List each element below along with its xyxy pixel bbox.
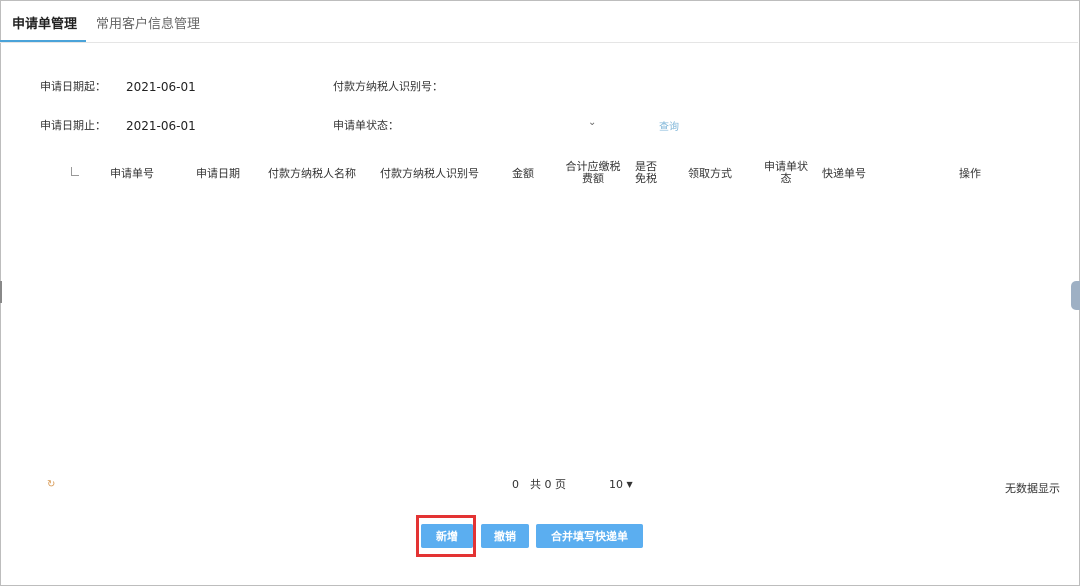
select-all-checkbox-icon[interactable] bbox=[71, 167, 79, 176]
column-header-payer-name: 付款方纳税人名称 bbox=[268, 167, 356, 180]
refresh-icon[interactable]: ↻ bbox=[47, 479, 55, 490]
end-date-label: 申请日期止： bbox=[40, 119, 106, 132]
column-header-actions: 操作 bbox=[959, 167, 981, 180]
column-header-application-status: 申请单状态 bbox=[764, 160, 808, 185]
empty-records-text: 无数据显示 bbox=[1005, 482, 1060, 495]
tab-customer-info-management[interactable]: 常用客户信息管理 bbox=[96, 16, 200, 34]
status-dropdown-icon[interactable]: ⌄ bbox=[588, 117, 596, 128]
merge-express-button[interactable]: 合并填写快递单 bbox=[536, 524, 643, 548]
page-size-value: 10 bbox=[609, 478, 623, 491]
column-header-application-no: 申请单号 bbox=[110, 167, 154, 180]
query-button[interactable]: 查询 bbox=[659, 118, 679, 133]
column-header-application-date: 申请日期 bbox=[196, 167, 240, 180]
column-header-payer-id: 付款方纳税人识别号 bbox=[380, 167, 479, 180]
column-header-total-tax: 合计应缴税费额 bbox=[565, 160, 621, 185]
column-header-pickup-method: 领取方式 bbox=[688, 167, 732, 180]
tab-bar: 申请单管理 常用客户信息管理 bbox=[0, 0, 1078, 43]
active-tab-indicator bbox=[0, 40, 86, 42]
highlight-box bbox=[416, 515, 476, 557]
payer-id-label: 付款方纳税人识别号： bbox=[333, 80, 443, 93]
right-scroll-handle[interactable] bbox=[1071, 281, 1080, 310]
pager-total-pages: 共 0 页 bbox=[530, 478, 566, 491]
page-size-select[interactable]: 10 ▼ bbox=[609, 479, 633, 491]
pager-current-page[interactable]: 0 bbox=[512, 479, 519, 491]
tab-application-management[interactable]: 申请单管理 bbox=[12, 16, 77, 34]
column-header-express-no: 快递单号 bbox=[822, 167, 866, 180]
chevron-down-icon: ▼ bbox=[626, 480, 633, 489]
start-date-input[interactable]: 2021-06-01 bbox=[126, 80, 196, 94]
column-header-amount: 金额 bbox=[512, 167, 534, 180]
revoke-button[interactable]: 撤销 bbox=[481, 524, 529, 548]
status-label: 申请单状态： bbox=[333, 119, 399, 132]
column-header-tax-exempt: 是否免税 bbox=[635, 160, 657, 185]
start-date-label: 申请日期起： bbox=[40, 80, 106, 93]
end-date-input[interactable]: 2021-06-01 bbox=[126, 119, 196, 133]
left-scroll-edge bbox=[0, 281, 2, 303]
